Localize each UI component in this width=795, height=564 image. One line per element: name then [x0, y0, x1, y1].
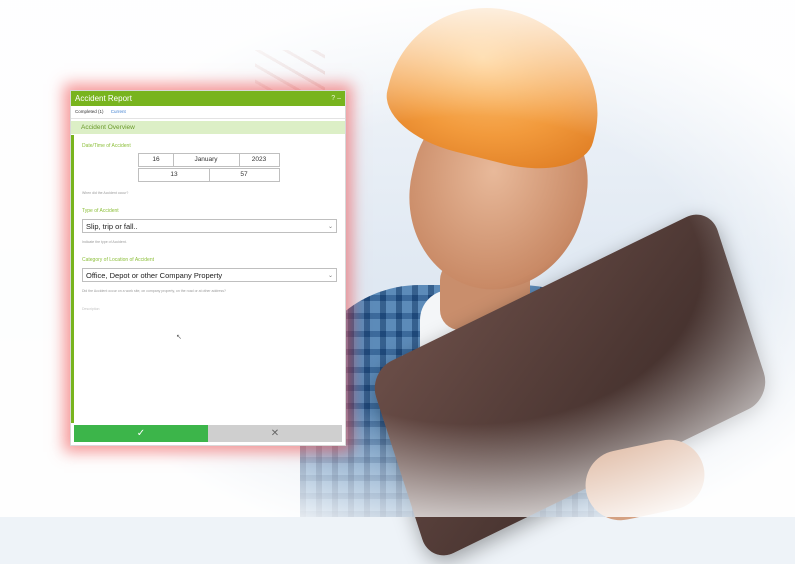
- category-hint: Did the Accident occur on a work site, o…: [82, 289, 226, 293]
- type-select-value: Slip, trip or fall..: [86, 222, 138, 231]
- minute-field[interactable]: 57: [209, 169, 279, 181]
- category-label: Category of Location of Accident: [82, 257, 154, 263]
- dialog-tabs: Completed (1) Current: [71, 106, 345, 119]
- date-field: 16 January 2023: [138, 153, 280, 167]
- dialog-footer: ✓ ✕: [74, 425, 342, 442]
- titlebar-buttons[interactable]: ? –: [331, 91, 341, 106]
- type-label: Type of Accident: [82, 208, 119, 214]
- section-header: Accident Overview: [71, 121, 345, 134]
- type-hint: Indicate the type of Accident.: [82, 240, 127, 244]
- chevron-down-icon: ⌄: [327, 224, 333, 230]
- chevron-down-icon: ⌄: [327, 273, 333, 279]
- time-field: 13 57: [138, 168, 280, 182]
- check-icon: ✓: [136, 428, 146, 439]
- type-select[interactable]: Slip, trip or fall.. ⌄: [82, 219, 337, 233]
- category-select-value: Office, Depot or other Company Property: [86, 271, 223, 280]
- tab-completed[interactable]: Completed (1): [75, 109, 104, 114]
- accident-report-dialog: Accident Report ? – Completed (1) Curren…: [70, 90, 346, 446]
- description-placeholder[interactable]: Description: [82, 307, 100, 311]
- hour-field[interactable]: 13: [139, 169, 210, 181]
- confirm-button[interactable]: ✓: [74, 425, 208, 442]
- mouse-cursor-icon: ↖: [176, 334, 182, 341]
- tab-current[interactable]: Current: [111, 109, 126, 114]
- datetime-label: Date/Time of Accident: [82, 143, 131, 149]
- dialog-titlebar: Accident Report ? –: [71, 91, 345, 106]
- year-field[interactable]: 2023: [239, 154, 279, 166]
- datetime-hint: When did the Accident occur?: [82, 191, 129, 195]
- month-field[interactable]: January: [173, 154, 240, 166]
- dialog-title: Accident Report: [75, 94, 132, 103]
- day-field[interactable]: 16: [139, 154, 174, 166]
- form-body: Date/Time of Accident 16 January 2023 13…: [71, 135, 345, 423]
- category-select[interactable]: Office, Depot or other Company Property …: [82, 268, 337, 282]
- close-icon: ✕: [270, 428, 280, 439]
- cancel-button[interactable]: ✕: [208, 425, 342, 442]
